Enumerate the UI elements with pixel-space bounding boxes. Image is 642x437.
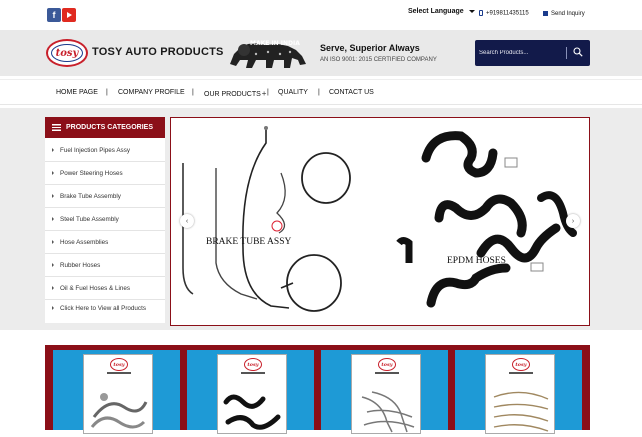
steel-tube-thumbnail <box>361 391 415 433</box>
nav-separator: | <box>318 89 320 96</box>
menu-icon <box>52 124 61 131</box>
bullet-icon <box>52 286 54 290</box>
search-box <box>475 40 590 66</box>
plus-icon: + <box>261 89 267 98</box>
product-card-image: tosy <box>485 354 555 434</box>
hose-thumbnail <box>223 394 281 430</box>
play-glyph <box>67 12 72 18</box>
sidebar-item-label: Rubber Hoses <box>60 261 101 269</box>
sidebar-item-hose-assemblies[interactable]: Hose Assemblies <box>45 231 165 254</box>
chevron-left-icon: ‹ <box>185 217 189 225</box>
sidebar-item-brake-tube[interactable]: Brake Tube Assembly <box>45 185 165 208</box>
language-label: Select Language <box>408 8 464 15</box>
product-card-image: tosy <box>83 354 153 434</box>
nav-company-profile[interactable]: COMPANY PROFILE <box>118 89 185 96</box>
tosy-logo: tosy <box>378 358 396 371</box>
bullet-icon <box>52 217 54 221</box>
sidebar-item-label: Click Here to View all Products <box>60 304 146 312</box>
products-categories-sidebar: PRODUCTS CATEGORIES Fuel Injection Pipes… <box>45 117 165 323</box>
tagline: Serve, Superior Always <box>320 43 420 53</box>
language-selector[interactable]: Select Language <box>408 8 475 15</box>
chevron-right-icon: › <box>571 217 575 225</box>
product-card-image: tosy <box>217 354 287 434</box>
logo-inner: tosy <box>51 44 83 62</box>
bullet-icon <box>52 148 54 152</box>
sidebar-item-oil-fuel-hoses[interactable]: Oil & Fuel Hoses & Lines <box>45 277 165 300</box>
send-inquiry-link[interactable]: Send Inquiry <box>543 11 585 17</box>
sidebar-item-label: Oil & Fuel Hoses & Lines <box>60 284 130 292</box>
product-card-image: tosy <box>351 354 421 434</box>
brake-line-thumbnail <box>493 391 549 432</box>
chevron-down-icon <box>468 9 475 13</box>
nav-our-products-label: OUR PRODUCTS <box>204 91 261 98</box>
nav-contact-us[interactable]: CONTACT US <box>329 89 374 96</box>
nav-quality[interactable]: QUALITY <box>278 89 308 96</box>
featured-products-band: tosy tosy tosy tosy <box>45 345 590 434</box>
main-nav: HOME PAGE | COMPANY PROFILE | OUR PRODUC… <box>0 79 642 105</box>
nav-home[interactable]: HOME PAGE <box>56 89 98 96</box>
slider-prev-button[interactable]: ‹ <box>180 214 194 228</box>
logo-text: tosy <box>515 361 527 368</box>
nav-separator: | <box>106 89 108 96</box>
logo-caption-bar <box>509 372 533 374</box>
product-card[interactable]: tosy <box>53 350 180 434</box>
product-slider: BRAKE TUBE ASSY EPDM HOSES ‹ › <box>170 117 590 326</box>
logo-text: tosy <box>247 361 259 368</box>
fuel-pipe-thumbnail <box>90 393 148 429</box>
product-card[interactable]: tosy <box>187 350 314 434</box>
tosy-logo: tosy <box>110 358 128 371</box>
tosy-logo: tosy <box>512 358 530 371</box>
slider-product-image <box>182 126 577 312</box>
sidebar-item-power-steering[interactable]: Power Steering Hoses <box>45 162 165 185</box>
logo-caption-bar <box>241 372 265 374</box>
top-bar: f Select Language +919811435115 Send Inq… <box>0 0 642 30</box>
logo-text: tosy <box>55 47 79 59</box>
send-inquiry-label: Send Inquiry <box>551 11 585 18</box>
phone-icon <box>479 10 483 16</box>
nav-our-products[interactable]: OUR PRODUCTS+ <box>204 89 266 98</box>
logo-text: tosy <box>113 361 125 368</box>
site-header: tosy TOSY AUTO PRODUCTS MAKE IN INDIA Se… <box>0 30 642 76</box>
product-card[interactable]: tosy <box>455 350 582 434</box>
make-in-india-text: MAKE IN INDIA <box>250 40 300 47</box>
bullet-icon <box>52 240 54 244</box>
logo-text: tosy <box>381 361 393 368</box>
sidebar-item-label: Power Steering Hoses <box>60 169 123 177</box>
certification-text: AN ISO 9001: 2015 CERTIFIED COMPANY <box>320 57 437 63</box>
sidebar-item-steel-tube[interactable]: Steel Tube Assembly <box>45 208 165 231</box>
phone-link[interactable]: +919811435115 <box>479 10 529 17</box>
bullet-icon <box>52 171 54 175</box>
tosy-logo[interactable]: tosy <box>46 39 88 67</box>
search-input[interactable] <box>479 46 565 60</box>
sidebar-item-rubber-hoses[interactable]: Rubber Hoses <box>45 254 165 277</box>
phone-number: +919811435115 <box>486 10 529 17</box>
bullet-icon <box>52 263 54 267</box>
brand-name: TOSY AUTO PRODUCTS <box>92 46 224 58</box>
slider-next-button[interactable]: › <box>566 214 580 228</box>
sidebar-header: PRODUCTS CATEGORIES <box>45 117 165 138</box>
bullet-icon <box>52 306 54 310</box>
bullet-icon <box>52 194 54 198</box>
logo-caption-bar <box>375 372 399 374</box>
youtube-icon[interactable] <box>62 8 76 22</box>
product-card[interactable]: tosy <box>321 350 448 434</box>
nav-separator: | <box>192 89 194 96</box>
logo-caption-bar <box>107 372 131 374</box>
sidebar-item-label: Steel Tube Assembly <box>60 215 119 223</box>
sidebar-title: PRODUCTS CATEGORIES <box>66 124 153 131</box>
facebook-glyph: f <box>52 10 56 20</box>
sidebar-item-fuel-injection[interactable]: Fuel Injection Pipes Assy <box>45 139 165 162</box>
search-divider <box>566 47 567 59</box>
inquiry-icon <box>543 11 548 16</box>
sidebar-item-view-all[interactable]: Click Here to View all Products <box>45 299 165 317</box>
sidebar-item-label: Fuel Injection Pipes Assy <box>60 146 131 154</box>
facebook-icon[interactable]: f <box>47 8 61 22</box>
slide-caption-brake-tube: BRAKE TUBE ASSY <box>206 237 292 247</box>
slide-caption-epdm-hoses: EPDM HOSES <box>447 256 506 266</box>
search-icon[interactable] <box>573 47 583 57</box>
nav-separator: | <box>267 89 269 96</box>
sidebar-item-label: Hose Assemblies <box>60 238 109 246</box>
tosy-logo: tosy <box>244 358 262 371</box>
sidebar-item-label: Brake Tube Assembly <box>60 192 121 200</box>
